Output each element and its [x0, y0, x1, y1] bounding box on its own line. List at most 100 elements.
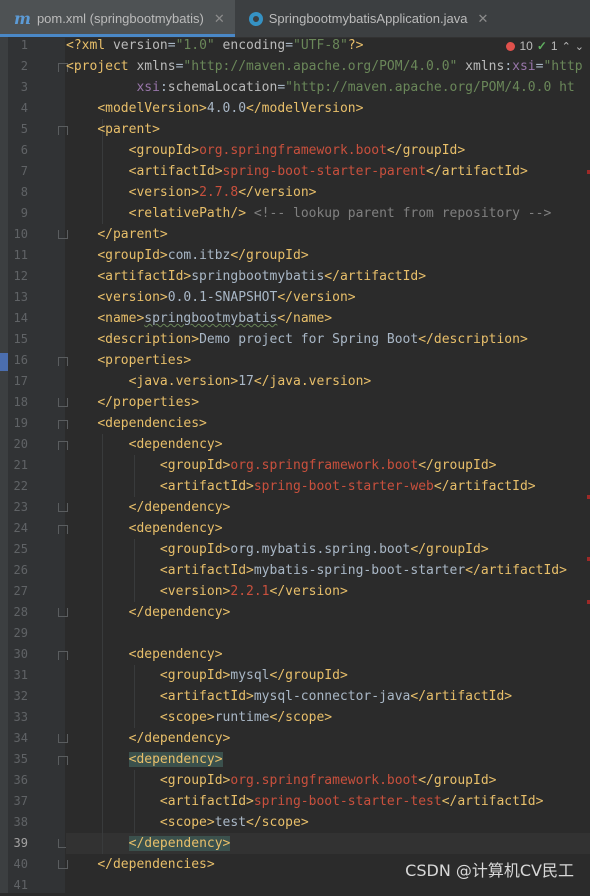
code-line: <version>2.2.1</version>	[66, 581, 348, 602]
code-token: mybatis-spring-boot-starter	[253, 563, 466, 578]
line-number: 24	[13, 521, 28, 535]
code-token: <artifactId>	[97, 269, 192, 284]
code-line: <relativePath/> <!-- lookup parent from …	[66, 203, 552, 224]
code-line: <dependency>	[66, 749, 223, 770]
code-token: springbootmybatis	[144, 311, 278, 326]
code-token: "http://maven.apache.org/POM/4.0.0"	[183, 59, 458, 74]
code-line: xsi:schemaLocation="http://maven.apache.…	[66, 77, 574, 98]
code-token: <groupId>	[159, 542, 231, 557]
code-token: <parent>	[97, 122, 160, 137]
code-token: <dependency>	[128, 437, 223, 452]
chevron-up-icon[interactable]: ⌃	[562, 40, 571, 53]
tab-springbootmybatis-application[interactable]: SpringbootmybatisApplication.java ✕	[235, 0, 499, 37]
code-line: </dependency>	[66, 728, 231, 749]
line-number: 21	[13, 458, 28, 472]
watermark: CSDN @计算机CV民工	[405, 861, 574, 880]
inspection-widget[interactable]: 10 ✓ 1 ⌃ ⌄	[506, 38, 584, 54]
code-line: <artifactId>spring-boot-starter-web</art…	[66, 476, 536, 497]
line-number: 19	[13, 416, 28, 430]
code-line: <artifactId>spring-boot-starter-parent</…	[66, 161, 528, 182]
error-count: 10	[519, 39, 533, 53]
code-token: </dependency>	[128, 605, 231, 620]
code-token: <properties>	[97, 353, 192, 368]
line-number: 25	[13, 542, 28, 556]
line-number: 17	[13, 374, 28, 388]
code-token: </name>	[277, 311, 333, 326]
code-token: <!-- lookup parent from repository -->	[246, 206, 552, 221]
code-token: <dependency>	[128, 752, 223, 767]
code-line: <groupId>com.itbz</groupId>	[66, 245, 309, 266]
code-token: </scope>	[269, 710, 333, 725]
code-token: =	[167, 38, 176, 53]
code-token: </description>	[418, 332, 528, 347]
code-token: xmlns	[136, 59, 176, 74]
line-number: 32	[13, 689, 28, 703]
code-line: <version>0.0.1-SNAPSHOT</version>	[66, 287, 356, 308]
code-token: =	[277, 80, 286, 95]
code-line: <scope>runtime</scope>	[66, 707, 332, 728]
code-line: </properties>	[66, 392, 199, 413]
line-number: 40	[13, 857, 28, 871]
code-token: </groupId>	[230, 248, 309, 263]
code-token: <dependency>	[128, 647, 223, 662]
code-token: </artifactId>	[433, 479, 536, 494]
line-number: 29	[13, 626, 28, 640]
code-line: <artifactId>mybatis-spring-boot-starter<…	[66, 560, 567, 581]
code-token: org.mybatis.spring.boot	[230, 542, 411, 557]
code-token: </properties>	[97, 395, 200, 410]
line-number: 30	[13, 647, 28, 661]
code-token: </dependency>	[128, 500, 231, 515]
code-line: <groupId>mysql</groupId>	[66, 665, 348, 686]
code-token: <project	[66, 59, 137, 74]
tab-label: SpringbootmybatisApplication.java	[268, 11, 468, 26]
line-number: 28	[13, 605, 28, 619]
code-token: </modelVersion>	[246, 101, 364, 116]
code-token: <scope>	[159, 815, 215, 830]
code-token: 2.2.1	[230, 584, 270, 599]
line-number: 2	[20, 59, 28, 73]
code-token: </java.version>	[253, 374, 372, 389]
code-token: xsi	[512, 59, 536, 74]
chevron-down-icon[interactable]: ⌄	[575, 40, 584, 53]
code-token: org.springframework.boot	[199, 143, 387, 158]
code-token: </groupId>	[410, 542, 489, 557]
line-number: 9	[20, 206, 28, 220]
line-number: 7	[20, 164, 28, 178]
code-token: </groupId>	[386, 143, 466, 158]
line-number: 8	[20, 185, 28, 199]
code-line: </dependencies>	[66, 854, 214, 875]
line-number-gutter[interactable]: 1 2 3 4 5 6 7 8 9 10 11 12 13 14 15 16 17 18 19 20 21 22 23 24 2…	[0, 37, 68, 893]
code-token: spring-boot-starter-parent	[222, 164, 427, 179]
code-line: </dependency>	[66, 497, 231, 518]
close-icon[interactable]: ✕	[214, 11, 225, 27]
code-token: </dependency>	[128, 836, 231, 851]
line-number: 37	[13, 794, 28, 808]
line-number: 6	[20, 143, 28, 157]
code-line: <groupId>org.mybatis.spring.boot</groupI…	[66, 539, 489, 560]
code-token: 17	[238, 374, 254, 389]
code-token: <relativePath/>	[128, 206, 247, 221]
code-token: </scope>	[246, 815, 309, 830]
code-token: "UTF-8"	[293, 38, 348, 53]
code-line: <scope>test</scope>	[66, 812, 309, 833]
tab-pom-xml[interactable]: m pom.xml (springbootmybatis) ✕	[0, 0, 235, 37]
line-number: 39	[13, 836, 28, 850]
code-token: </version>	[277, 290, 356, 305]
java-class-icon	[248, 11, 263, 26]
line-number: 15	[13, 332, 28, 346]
code-editor[interactable]: <?xml version="1.0" encoding="UTF-8"?> <p…	[66, 37, 590, 893]
code-token: <?xml	[66, 38, 113, 53]
close-icon[interactable]: ✕	[477, 11, 488, 27]
code-token: 2.7.8	[199, 185, 239, 200]
